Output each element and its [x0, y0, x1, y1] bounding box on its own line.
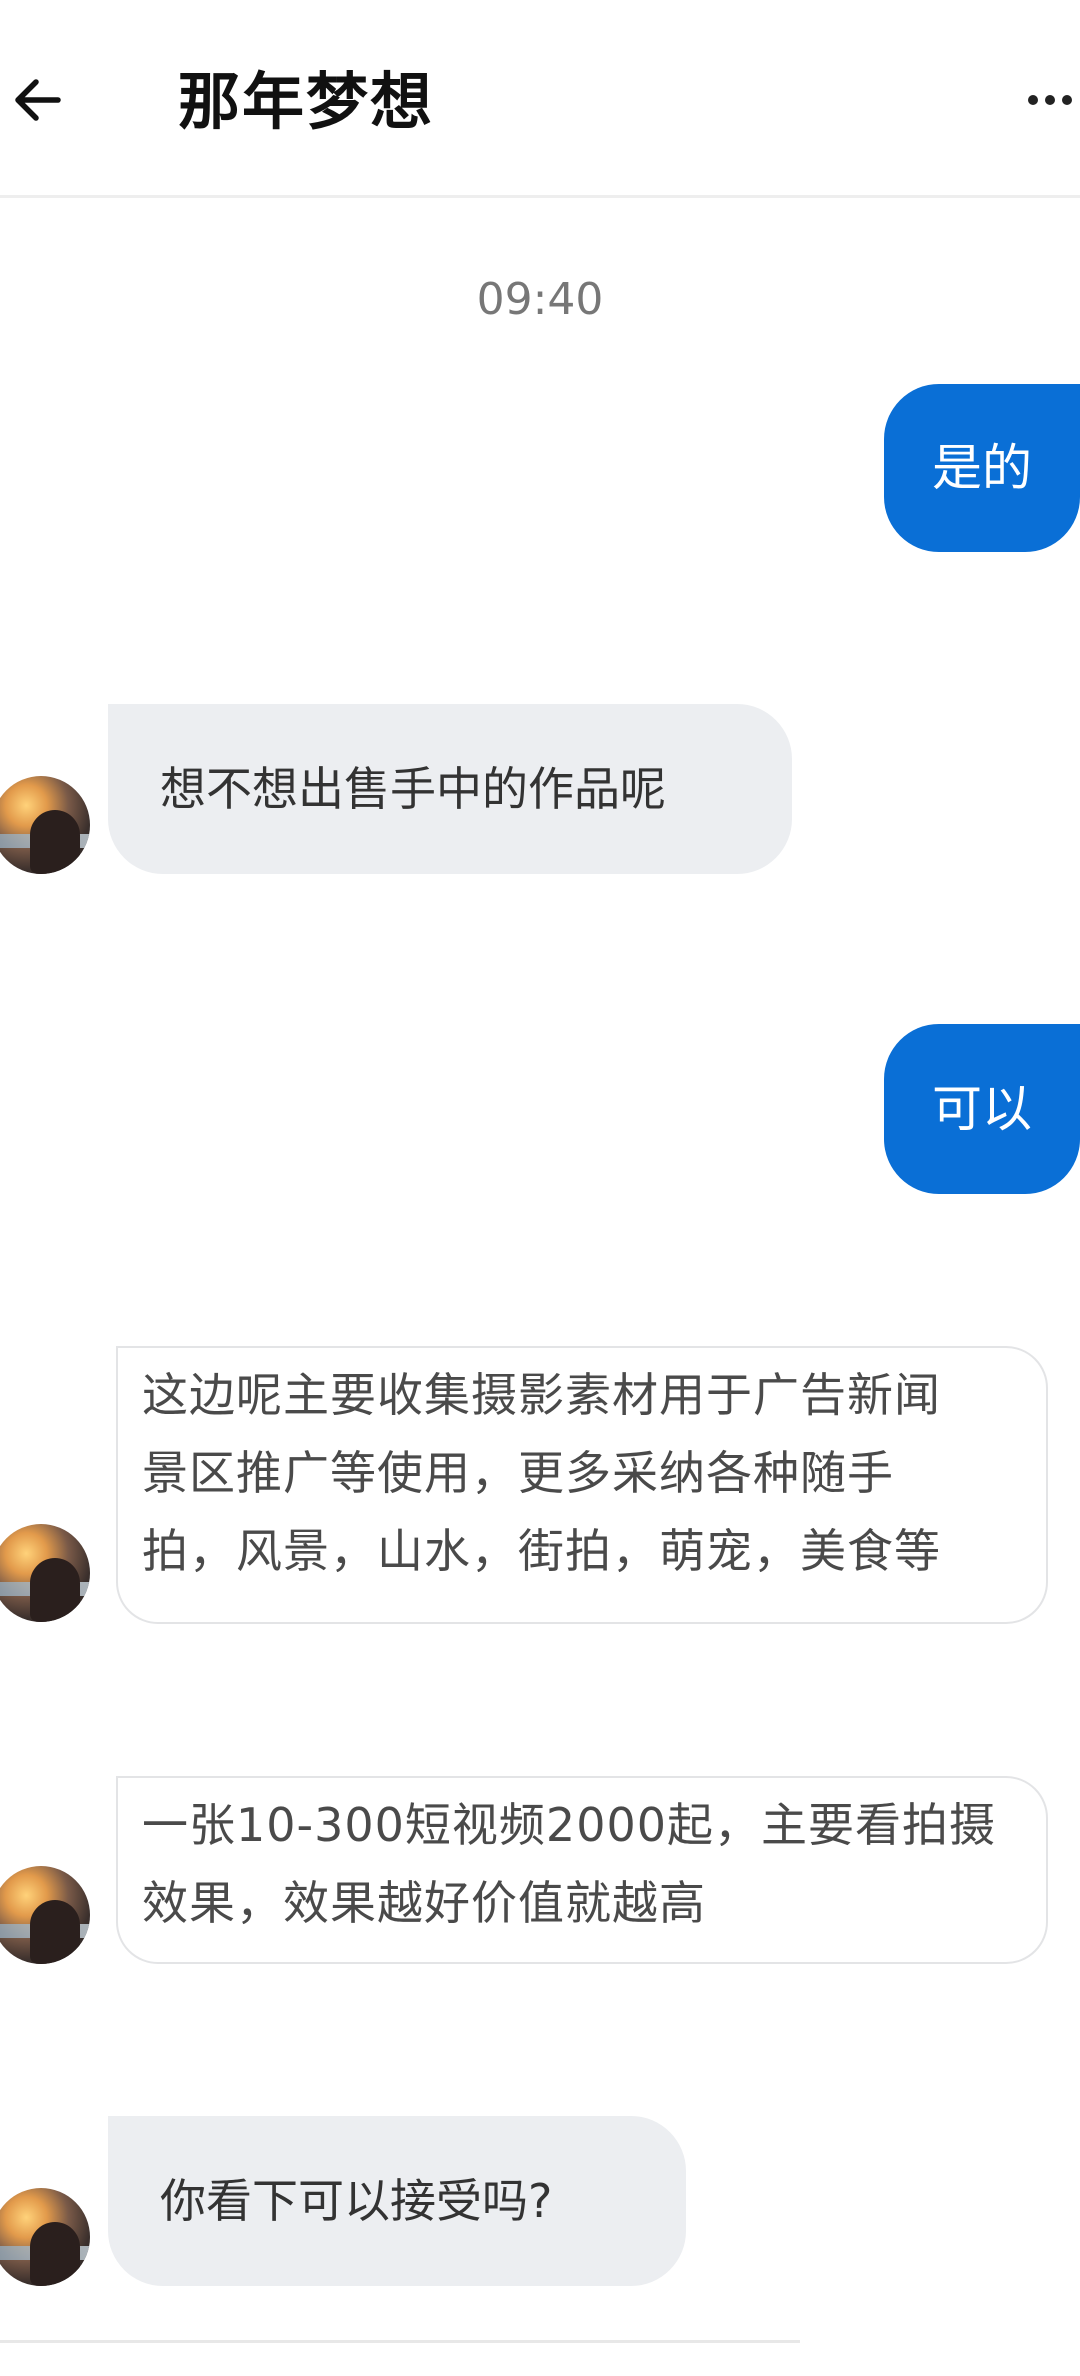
message-text-line: 景区推广等使用，更多采纳各种随手: [142, 1446, 894, 1500]
message-text: 是的: [932, 439, 1032, 497]
message-text-line: 拍，风景，山水，街拍，萌宠，美食等: [142, 1524, 941, 1578]
incoming-message-bubble[interactable]: 想不想出售手中的作品呢: [108, 704, 792, 874]
message-timestamp: 09:40: [476, 274, 604, 325]
back-button[interactable]: [0, 62, 80, 142]
arrow-left-icon: [10, 70, 70, 134]
divider: [0, 2340, 800, 2343]
chat-header: 那年梦想: [0, 0, 1080, 198]
contact-avatar[interactable]: [0, 2188, 90, 2286]
contact-avatar[interactable]: [0, 1866, 90, 1964]
message-text-line: 这边呢主要收集摄影素材用于广告新闻: [142, 1368, 941, 1422]
more-dots-icon: [1025, 90, 1075, 114]
contact-avatar[interactable]: [0, 1524, 90, 1622]
incoming-message-bubble[interactable]: 这边呢主要收集摄影素材用于广告新闻 景区推广等使用，更多采纳各种随手 拍，风景，…: [116, 1346, 1048, 1624]
outgoing-message-bubble[interactable]: 可以: [884, 1024, 1080, 1194]
message-text: 你看下可以接受吗?: [160, 2174, 553, 2228]
contact-avatar[interactable]: [0, 776, 90, 874]
message-text-line: 一张10-300短视频2000起，主要看拍摄: [142, 1798, 996, 1852]
outgoing-message-bubble[interactable]: 是的: [884, 384, 1080, 552]
message-text: 想不想出售手中的作品呢: [160, 762, 666, 816]
message-text-line: 效果，效果越好价值就越高: [142, 1876, 706, 1930]
more-button[interactable]: [1020, 72, 1080, 132]
message-text: 可以: [932, 1080, 1032, 1138]
chat-title: 那年梦想: [178, 65, 435, 138]
incoming-message-bubble[interactable]: 你看下可以接受吗?: [108, 2116, 686, 2286]
incoming-message-bubble[interactable]: 一张10-300短视频2000起，主要看拍摄 效果，效果越好价值就越高: [116, 1776, 1048, 1964]
